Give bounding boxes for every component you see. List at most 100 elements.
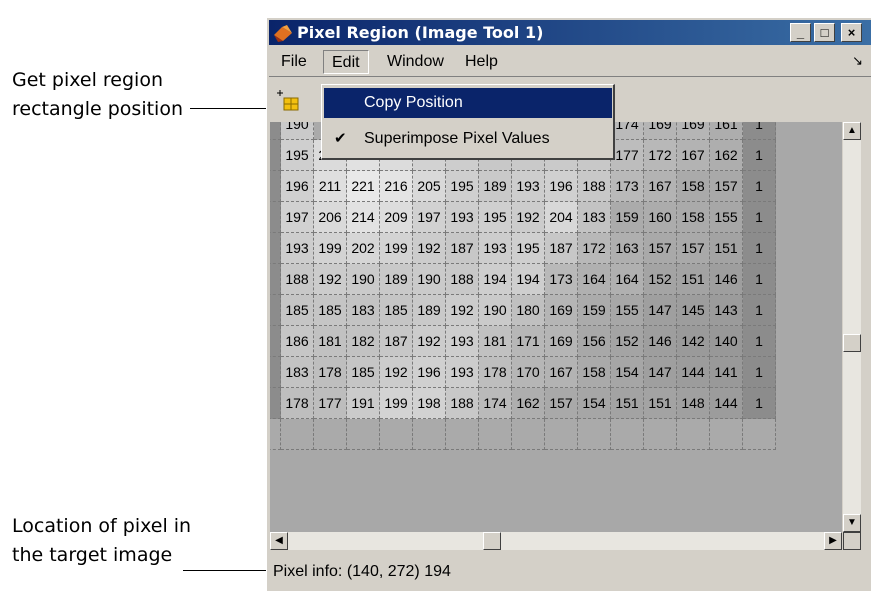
pixel-cell: 1 [742, 356, 776, 388]
pixel-cell: 183 [346, 294, 380, 326]
pixel-cell: 144 [676, 356, 710, 388]
menu-edit[interactable]: Edit [323, 50, 369, 74]
pixel-cell: 188 [280, 263, 314, 295]
pixel-cell: 148 [676, 387, 710, 419]
minimize-button[interactable]: _ [790, 23, 811, 42]
pixel-cell: 188 [577, 170, 611, 202]
status-bar: Pixel info: (140, 272) 194 [269, 552, 871, 592]
pixel-cell: 1 [742, 263, 776, 295]
menu-file[interactable]: File [273, 50, 315, 74]
close-button[interactable]: × [841, 23, 862, 42]
pixel-cell: 154 [610, 356, 644, 388]
menu-bar: File Edit Window Help ↘ [269, 47, 871, 75]
pixel-cell: 180 [511, 294, 545, 326]
pixel-values-table: 5190941841741691691611419520721320819819… [270, 122, 776, 450]
pixel-cell: 169 [643, 122, 677, 140]
pixel-row: 3197206214209197193195192204183159160158… [270, 201, 776, 233]
pixel-cell: 192 [511, 201, 545, 233]
pixel-cell: 152 [610, 325, 644, 357]
pixel-cell: 197 [412, 201, 446, 233]
annotation-top-line1: Get pixel region [12, 69, 163, 91]
vertical-scroll-thumb[interactable] [843, 334, 861, 352]
pixel-cell: 198 [412, 387, 446, 419]
title-bar[interactable]: Pixel Region (Image Tool 1) _ □ × [269, 20, 871, 45]
pixel-cell: 177 [610, 139, 644, 171]
dock-arrow-icon[interactable]: ↘ [852, 53, 863, 69]
scroll-down-icon[interactable]: ▼ [843, 514, 861, 532]
pixel-cell: 199 [379, 232, 413, 264]
pixel-cell: 151 [610, 387, 644, 419]
pixel-cell: 192 [445, 294, 479, 326]
pixel-cell: 178 [313, 356, 347, 388]
superimpose-pixel-values-item[interactable]: ✔ Superimpose Pixel Values [324, 124, 612, 154]
pixel-cell: 146 [643, 325, 677, 357]
pixel-cell [270, 418, 281, 450]
pixel-cell: 189 [478, 170, 512, 202]
pixel-cell: 1 [742, 201, 776, 233]
pixel-cell: 167 [676, 139, 710, 171]
pixel-cell: 158 [676, 201, 710, 233]
pixel-cell: 4 [270, 139, 281, 171]
window-title: Pixel Region (Image Tool 1) [297, 23, 544, 42]
pixel-cell: 5 [270, 294, 281, 326]
menu-window[interactable]: Window [379, 50, 452, 74]
pixel-cell: 142 [676, 325, 710, 357]
pixel-cell: 0 [270, 325, 281, 357]
pixel-row: 7193199202199192187193195187172163157157… [270, 232, 776, 264]
pixel-cell: 152 [643, 263, 677, 295]
pixel-cell [742, 418, 776, 450]
scroll-up-icon[interactable]: ▲ [843, 122, 861, 140]
pixel-cell: 187 [544, 232, 578, 264]
pixel-cell: 178 [478, 356, 512, 388]
pixel-cell: 161 [709, 122, 743, 140]
pixel-cell: 195 [511, 232, 545, 264]
pixel-cell: 144 [709, 387, 743, 419]
pixel-row: 4188192190189190188194194173164164152151… [270, 263, 776, 295]
pixel-cell: 192 [412, 232, 446, 264]
pixel-cell: 164 [610, 263, 644, 295]
pixel-cell: 186 [280, 325, 314, 357]
pixel-cell: 173 [610, 170, 644, 202]
annotation-bottom-line2: the target image [12, 544, 173, 566]
pixel-cell: 169 [544, 325, 578, 357]
pixel-region-tool-icon[interactable] [275, 89, 301, 113]
maximize-button[interactable]: □ [814, 23, 835, 42]
pixel-cell: 1 [742, 170, 776, 202]
pixel-cell: 205 [412, 170, 446, 202]
menu-help[interactable]: Help [457, 50, 506, 74]
horizontal-scroll-thumb[interactable] [483, 532, 501, 550]
pixel-cell: 174 [610, 122, 644, 140]
vertical-scrollbar[interactable]: ▲ ▼ [843, 122, 861, 532]
pixel-row: 5178177191199198188174162157154151151148… [270, 387, 776, 419]
scroll-left-icon[interactable]: ◀ [270, 532, 288, 550]
pixel-cell: 216 [379, 170, 413, 202]
pixel-cell: 1 [742, 325, 776, 357]
pixel-cell: 190 [346, 263, 380, 295]
pixel-row [270, 418, 776, 450]
pixel-cell: 170 [511, 356, 545, 388]
horizontal-scrollbar[interactable]: ◀ ▶ [270, 532, 842, 550]
pixel-cell [643, 418, 677, 450]
pixel-cell: 178 [280, 387, 314, 419]
pixel-cell [511, 418, 545, 450]
copy-position-item[interactable]: Copy Position [324, 88, 612, 118]
pixel-grid[interactable]: 5190941841741691691611419520721320819819… [270, 122, 842, 532]
pixel-cell: 192 [379, 356, 413, 388]
pixel-cell: 1 [742, 232, 776, 264]
annotation-bottom-line1: Location of pixel in [12, 515, 192, 537]
pixel-cell: 171 [511, 325, 545, 357]
pixel-cell: 159 [610, 201, 644, 233]
copy-position-label: Copy Position [364, 94, 463, 111]
pixel-cell: 151 [676, 263, 710, 295]
pixel-cell: 202 [346, 232, 380, 264]
scroll-right-icon[interactable]: ▶ [824, 532, 842, 550]
pixel-cell [610, 418, 644, 450]
pixel-cell: 193 [445, 356, 479, 388]
pixel-cell: 160 [643, 201, 677, 233]
pixel-cell: 193 [280, 232, 314, 264]
pixel-cell: 154 [577, 387, 611, 419]
pixel-cell: 1 [742, 122, 776, 140]
pixel-cell: 0 [270, 356, 281, 388]
pixel-cell: 221 [346, 170, 380, 202]
pixel-cell: 162 [709, 139, 743, 171]
